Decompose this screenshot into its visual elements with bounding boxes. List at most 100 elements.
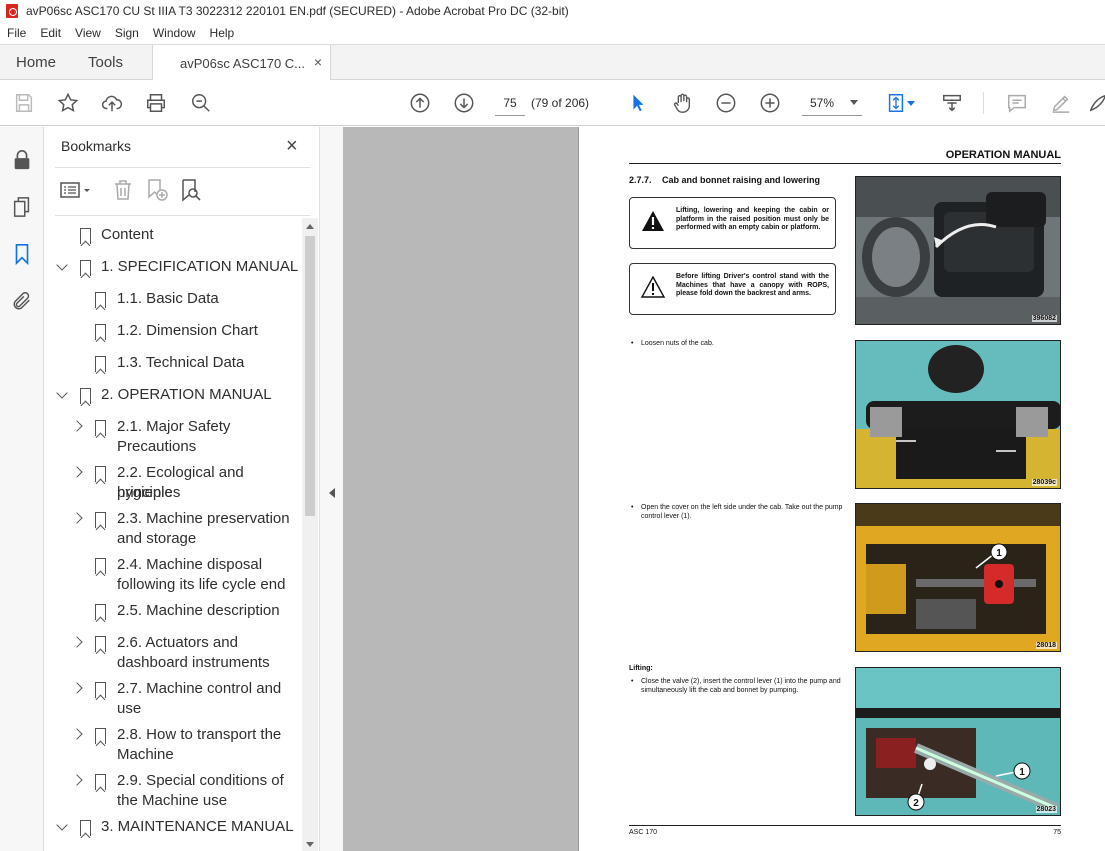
chevron-down-icon[interactable]	[56, 259, 68, 271]
section-number: 2.7.7.	[629, 175, 652, 185]
bookmarks-panel-title: Bookmarks	[61, 138, 132, 154]
document-view[interactable]: OPERATION MANUAL 2.7.7. Cab and bonnet r…	[343, 127, 1105, 851]
chevron-right-icon[interactable]	[71, 774, 83, 786]
callout-1: 1	[1019, 767, 1025, 778]
step-1-text: Loosen nuts of the cab.	[641, 340, 714, 347]
bookmark-label-line2: the Machine use	[117, 792, 228, 809]
tab-close-icon[interactable]: ×	[314, 54, 322, 70]
previous-page-icon[interactable]	[408, 91, 432, 115]
fit-page-icon[interactable]	[884, 91, 908, 115]
step-2-text: Open the cover on the left side under th…	[641, 504, 843, 520]
bookmark-flag-icon	[80, 228, 91, 244]
bookmark-label-line1: 2.6. Actuators and	[117, 634, 238, 651]
tab-bar: Home Tools avP06sc ASC170 C... ×	[0, 44, 1105, 81]
panel-splitter[interactable]	[319, 127, 343, 851]
page-thumbnails-icon[interactable]	[11, 196, 33, 218]
chevron-right-icon[interactable]	[71, 420, 83, 432]
photo-code: 28018	[1035, 642, 1057, 649]
page-number-input[interactable]: 75	[495, 90, 525, 116]
bookmark-label: 2.5. Machine description	[117, 602, 280, 619]
bookmark-star-icon[interactable]	[56, 91, 80, 115]
bookmarks-panel-icon[interactable]	[11, 243, 33, 266]
bookmark-label: Content	[101, 226, 154, 243]
bookmark-flag-icon	[95, 558, 106, 574]
chevron-right-icon[interactable]	[71, 682, 83, 694]
bookmarks-scrollbar[interactable]	[302, 218, 318, 851]
attachments-icon[interactable]	[11, 290, 33, 312]
print-icon[interactable]	[144, 91, 168, 115]
bookmark-flag-icon	[95, 728, 106, 744]
draw-pen-icon[interactable]	[1090, 91, 1105, 115]
section-heading: 2.7.7. Cab and bonnet raising and loweri…	[629, 175, 828, 185]
highlight-pen-icon[interactable]	[1049, 91, 1073, 115]
pump-lever-photo: 1 28018	[855, 503, 1061, 652]
bookmark-label-line1: 2.3. Machine preservation	[117, 510, 290, 527]
bookmark-label-line2: use	[117, 700, 142, 717]
bookmark-label: 1.1. Basic Data	[117, 290, 219, 307]
scroll-up-icon[interactable]	[306, 224, 314, 229]
select-cursor-icon[interactable]	[626, 91, 650, 115]
menu-help[interactable]: Help	[210, 26, 235, 40]
lock-icon[interactable]	[11, 149, 33, 171]
callout-1: 1	[996, 548, 1002, 559]
close-icon[interactable]: ×	[286, 135, 298, 158]
next-page-icon[interactable]	[452, 91, 476, 115]
lifting-label: Lifting:	[629, 665, 653, 672]
photo-code: 28023	[1035, 806, 1057, 813]
bookmark-label-line2: and storage	[117, 530, 197, 547]
caution-text: Before lifting Driver's control stand wi…	[676, 273, 829, 297]
scroll-mode-icon[interactable]	[940, 91, 964, 115]
save-icon[interactable]	[12, 91, 36, 115]
bookmark-flag-icon	[95, 512, 106, 528]
menu-window[interactable]: Window	[153, 26, 196, 40]
callout-2: 2	[913, 798, 919, 809]
menu-file[interactable]: File	[7, 26, 26, 40]
bookmark-label-line2: Machine	[117, 746, 174, 763]
bookmark-flag-icon	[95, 356, 106, 372]
collapse-panel-icon[interactable]	[329, 488, 335, 498]
new-bookmark-icon[interactable]	[145, 178, 169, 202]
fit-page-dropdown-icon[interactable]	[906, 91, 916, 115]
zoom-level-value: 57%	[810, 95, 835, 110]
upload-cloud-icon[interactable]	[100, 91, 124, 115]
bookmarks-tree: Content 1. SPECIFICATION MANUAL 1.1. Bas…	[45, 219, 302, 851]
bookmark-options-icon[interactable]	[59, 178, 95, 202]
zoom-level-select[interactable]: 57%	[802, 90, 862, 116]
menu-view[interactable]: View	[75, 26, 101, 40]
delete-bookmark-icon[interactable]	[111, 178, 135, 202]
bookmark-flag-icon	[80, 820, 91, 836]
bookmark-label-line1: 2.1. Major Safety	[117, 418, 231, 435]
scrollbar-thumb[interactable]	[305, 236, 315, 516]
comment-icon[interactable]	[1005, 91, 1029, 115]
chevron-down-icon[interactable]	[56, 387, 68, 399]
step-3-text: Close the valve (2), insert the control …	[641, 678, 841, 694]
bookmarks-toolbar	[59, 176, 309, 206]
bookmark-label-line1: 2.8. How to transport the	[117, 726, 282, 743]
tab-tools[interactable]: Tools	[88, 45, 123, 80]
zoom-out-icon[interactable]	[714, 91, 738, 115]
bookmark-label-line1: 2.4. Machine disposal	[117, 556, 263, 573]
page-header: OPERATION MANUAL	[629, 149, 1061, 164]
menu-edit[interactable]: Edit	[40, 26, 61, 40]
window-title: avP06sc ASC170 CU St IIIA T3 3022312 220…	[26, 4, 569, 18]
search-icon[interactable]	[189, 91, 213, 115]
chevron-right-icon[interactable]	[71, 466, 83, 478]
tab-home[interactable]: Home	[16, 45, 56, 80]
hand-tool-icon[interactable]	[670, 91, 694, 115]
chevron-down-icon[interactable]	[56, 819, 68, 831]
page-footer: ASC 170 75	[629, 825, 1061, 836]
page-count-label: (79 of 206)	[531, 96, 590, 110]
bookmark-label-line2: Precautions	[117, 438, 197, 455]
bookmark-flag-icon	[95, 604, 106, 620]
pdf-page: OPERATION MANUAL 2.7.7. Cab and bonnet r…	[578, 127, 1105, 851]
menu-sign[interactable]: Sign	[115, 26, 139, 40]
chevron-right-icon[interactable]	[71, 636, 83, 648]
tab-document[interactable]: avP06sc ASC170 C... ×	[152, 45, 331, 81]
zoom-in-icon[interactable]	[758, 91, 782, 115]
photo-code: 396082	[1031, 315, 1057, 322]
find-bookmark-icon[interactable]	[179, 178, 203, 202]
chevron-right-icon[interactable]	[71, 728, 83, 740]
chevron-right-icon[interactable]	[71, 512, 83, 524]
scroll-down-icon[interactable]	[306, 842, 314, 847]
caution-box: Before lifting Driver's control stand wi…	[629, 263, 836, 315]
